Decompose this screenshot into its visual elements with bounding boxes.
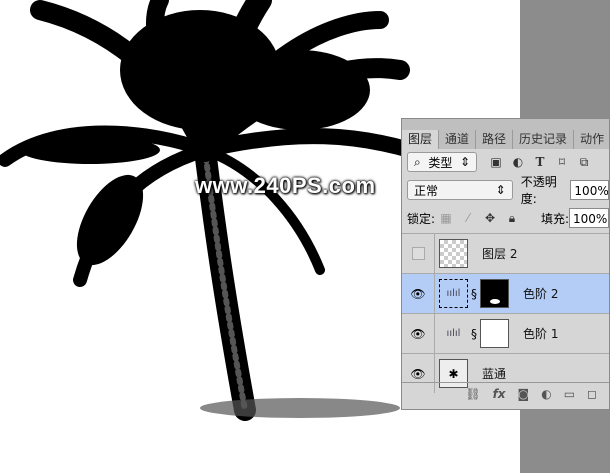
layer-row[interactable]: 👁︎ ıılıl § 色阶 1 bbox=[402, 313, 609, 353]
link-icon[interactable]: § bbox=[471, 287, 477, 301]
lock-move-icon[interactable]: ✥ bbox=[479, 211, 501, 225]
link-icon[interactable]: § bbox=[471, 327, 477, 341]
image-filter-icon[interactable]: ▣ bbox=[485, 155, 507, 169]
levels-icon: ıılıl bbox=[446, 328, 461, 339]
smart-object-filter-icon[interactable]: ⧉ bbox=[573, 155, 595, 170]
fx-icon[interactable]: fx bbox=[493, 387, 506, 401]
layer-name: 色阶 2 bbox=[523, 287, 559, 301]
tab-history[interactable]: 历史记录 bbox=[513, 130, 575, 149]
adjustment-filter-icon[interactable]: ◐ bbox=[507, 155, 529, 169]
opacity-label: 不透明度: bbox=[520, 175, 557, 206]
type-filter-icon[interactable]: T bbox=[529, 155, 551, 169]
lock-transparent-icon[interactable]: ▦ bbox=[435, 211, 457, 225]
layer-name: 色阶 1 bbox=[523, 327, 559, 341]
lock-all-icon[interactable]: 🔒︎ bbox=[501, 211, 523, 226]
tab-paths[interactable]: 路径 bbox=[476, 130, 514, 149]
layer-row[interactable]: 图层 2 bbox=[402, 233, 609, 273]
layer-row[interactable]: 👁︎ ıılıl § 色阶 2 bbox=[402, 273, 609, 313]
levels-icon: ıılıl bbox=[439, 279, 468, 308]
layer-mask-thumbnail[interactable] bbox=[480, 279, 509, 308]
layers-panel: 图层 通道 路径 历史记录 动作 ⌕ 类型 ⇕ ▣ ◐ T ⌑ ⧉ 正常 ⇕ 不透明度… bbox=[401, 118, 610, 410]
eye-icon[interactable]: 👁︎ bbox=[402, 274, 435, 313]
tab-layers[interactable]: 图层 bbox=[402, 130, 440, 149]
watermark: www.240PS.com bbox=[195, 173, 376, 198]
search-icon: ⌕ bbox=[414, 154, 421, 169]
visibility-toggle[interactable] bbox=[402, 234, 435, 273]
blend-mode-select[interactable]: 正常 ⇕ bbox=[407, 180, 513, 200]
layer-name: 图层 2 bbox=[482, 247, 518, 261]
lock-label: 锁定: bbox=[407, 211, 436, 226]
folder-icon[interactable]: ▭ bbox=[564, 387, 575, 401]
eye-icon[interactable]: 👁︎ bbox=[402, 314, 435, 353]
tab-actions[interactable]: 动作 bbox=[574, 130, 609, 149]
layer-thumbnail bbox=[439, 239, 468, 268]
opacity-input[interactable]: 100% bbox=[570, 180, 609, 200]
shape-filter-icon[interactable]: ⌑ bbox=[551, 155, 573, 169]
panel-tabs: 图层 通道 路径 历史记录 动作 bbox=[402, 119, 609, 149]
new-layer-icon[interactable]: ◻ bbox=[587, 387, 597, 401]
add-mask-icon[interactable]: ◙ bbox=[518, 387, 530, 401]
lock-brush-icon[interactable]: ⁄ bbox=[457, 211, 479, 225]
panel-footer: ⛓ fx ◙ ◐ ▭ ◻ bbox=[402, 382, 609, 404]
link-layers-icon[interactable]: ⛓ bbox=[465, 387, 480, 401]
tab-channels[interactable]: 通道 bbox=[439, 130, 477, 149]
adjustment-layer-icon[interactable]: ◐ bbox=[541, 387, 551, 401]
fill-label: 填充: bbox=[540, 211, 570, 226]
layer-name: 蓝通 bbox=[482, 367, 507, 381]
filter-type-select[interactable]: ⌕ 类型 ⇕ bbox=[407, 152, 477, 172]
layer-mask-thumbnail[interactable] bbox=[480, 319, 509, 348]
updown-icon: ⇕ bbox=[459, 155, 470, 169]
fill-input[interactable]: 100% bbox=[569, 208, 609, 228]
updown-icon: ⇕ bbox=[495, 183, 506, 197]
